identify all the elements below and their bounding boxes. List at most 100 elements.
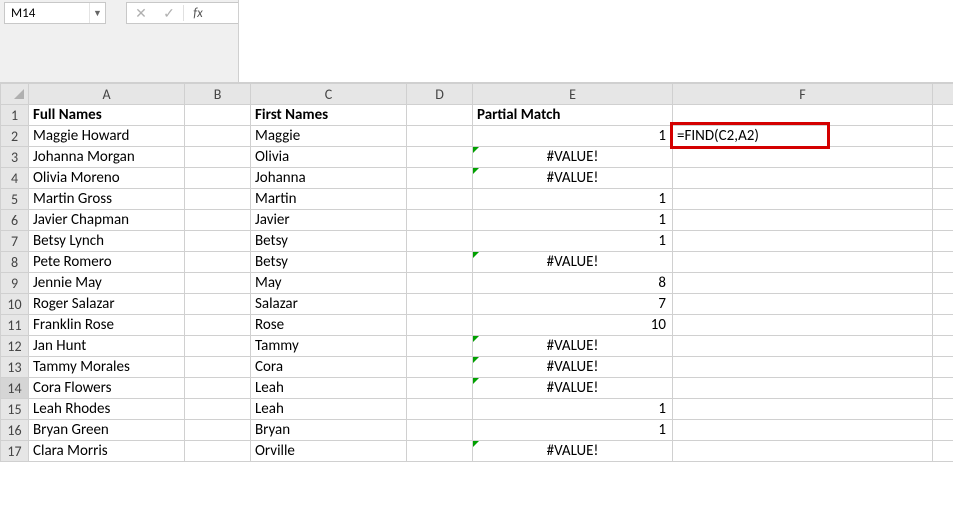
cell-C11[interactable]: Rose (251, 315, 407, 336)
cell-B8[interactable] (185, 252, 251, 273)
cell-A7[interactable]: Betsy Lynch (29, 231, 185, 252)
cell-F11[interactable] (673, 315, 933, 336)
cell-A17[interactable]: Clara Morris (29, 441, 185, 462)
cell-C9[interactable]: May (251, 273, 407, 294)
cell-A14[interactable]: Cora Flowers (29, 378, 185, 399)
cell-E15[interactable]: 1 (473, 399, 673, 420)
col-header-E[interactable]: E (473, 84, 673, 105)
cell-E13[interactable]: #VALUE! (473, 357, 673, 378)
cell-A11[interactable]: Franklin Rose (29, 315, 185, 336)
cell-D11[interactable] (407, 315, 473, 336)
cell-edge[interactable] (933, 231, 953, 252)
cell-F4[interactable] (673, 168, 933, 189)
cell-edge[interactable] (933, 189, 953, 210)
cell-C3[interactable]: Olivia (251, 147, 407, 168)
cell-E16[interactable]: 1 (473, 420, 673, 441)
cell-A8[interactable]: Pete Romero (29, 252, 185, 273)
cell-edge[interactable] (933, 252, 953, 273)
col-header-F[interactable]: F (673, 84, 933, 105)
col-header-D[interactable]: D (407, 84, 473, 105)
enter-formula-button[interactable]: ✓ (155, 3, 183, 23)
cell-E9[interactable]: 8 (473, 273, 673, 294)
cell-F12[interactable] (673, 336, 933, 357)
cell-F3[interactable] (673, 147, 933, 168)
cell-B14[interactable] (185, 378, 251, 399)
cell-D12[interactable] (407, 336, 473, 357)
cell-E8[interactable]: #VALUE! (473, 252, 673, 273)
cell-edge[interactable] (933, 126, 953, 147)
cell-A5[interactable]: Martin Gross (29, 189, 185, 210)
cell-C2[interactable]: Maggie (251, 126, 407, 147)
cell-B16[interactable] (185, 420, 251, 441)
cell-E7[interactable]: 1 (473, 231, 673, 252)
cell-B6[interactable] (185, 210, 251, 231)
cell-edge[interactable] (933, 105, 953, 126)
row-header-15[interactable]: 15 (1, 399, 29, 420)
cell-edge[interactable] (933, 336, 953, 357)
cell-C15[interactable]: Leah (251, 399, 407, 420)
cell-F17[interactable] (673, 441, 933, 462)
cell-B4[interactable] (185, 168, 251, 189)
cell-edge[interactable] (933, 315, 953, 336)
insert-function-button[interactable]: fx (184, 3, 212, 23)
cell-C13[interactable]: Cora (251, 357, 407, 378)
cell-B2[interactable] (185, 126, 251, 147)
cell-A9[interactable]: Jennie May (29, 273, 185, 294)
cell-D3[interactable] (407, 147, 473, 168)
cell-B11[interactable] (185, 315, 251, 336)
row-header-5[interactable]: 5 (1, 189, 29, 210)
col-header-C[interactable]: C (251, 84, 407, 105)
cell-D4[interactable] (407, 168, 473, 189)
cell-D9[interactable] (407, 273, 473, 294)
cell-E5[interactable]: 1 (473, 189, 673, 210)
row-header-6[interactable]: 6 (1, 210, 29, 231)
cell-E10[interactable]: 7 (473, 294, 673, 315)
cell-D17[interactable] (407, 441, 473, 462)
cell-F6[interactable] (673, 210, 933, 231)
cell-B13[interactable] (185, 357, 251, 378)
col-header-A[interactable]: A (29, 84, 185, 105)
cell-D14[interactable] (407, 378, 473, 399)
name-box[interactable] (5, 3, 89, 23)
cell-A3[interactable]: Johanna Morgan (29, 147, 185, 168)
row-header-7[interactable]: 7 (1, 231, 29, 252)
cell-C14[interactable]: Leah (251, 378, 407, 399)
cell-B1[interactable] (185, 105, 251, 126)
cell-edge[interactable] (933, 147, 953, 168)
cell-A1[interactable]: Full Names (29, 105, 185, 126)
cell-D6[interactable] (407, 210, 473, 231)
cell-F14[interactable] (673, 378, 933, 399)
cell-E2[interactable]: 1 (473, 126, 673, 147)
cell-D5[interactable] (407, 189, 473, 210)
cell-A12[interactable]: Jan Hunt (29, 336, 185, 357)
cell-E14[interactable]: #VALUE! (473, 378, 673, 399)
cell-B9[interactable] (185, 273, 251, 294)
row-header-3[interactable]: 3 (1, 147, 29, 168)
cell-B3[interactable] (185, 147, 251, 168)
row-header-2[interactable]: 2 (1, 126, 29, 147)
cell-F16[interactable] (673, 420, 933, 441)
cell-edge[interactable] (933, 273, 953, 294)
cell-C1[interactable]: First Names (251, 105, 407, 126)
col-header-B[interactable]: B (185, 84, 251, 105)
cell-D8[interactable] (407, 252, 473, 273)
cell-edge[interactable] (933, 294, 953, 315)
cell-C5[interactable]: Martin (251, 189, 407, 210)
col-header-edge[interactable] (933, 84, 953, 105)
cell-A4[interactable]: Olivia Moreno (29, 168, 185, 189)
cell-B5[interactable] (185, 189, 251, 210)
cell-C12[interactable]: Tammy (251, 336, 407, 357)
cell-C6[interactable]: Javier (251, 210, 407, 231)
cell-F10[interactable] (673, 294, 933, 315)
cell-D7[interactable] (407, 231, 473, 252)
cell-F8[interactable] (673, 252, 933, 273)
cell-edge[interactable] (933, 441, 953, 462)
cell-D13[interactable] (407, 357, 473, 378)
cell-D2[interactable] (407, 126, 473, 147)
cell-B12[interactable] (185, 336, 251, 357)
cell-A16[interactable]: Bryan Green (29, 420, 185, 441)
cell-F7[interactable] (673, 231, 933, 252)
cell-E6[interactable]: 1 (473, 210, 673, 231)
cell-F5[interactable] (673, 189, 933, 210)
cell-D1[interactable] (407, 105, 473, 126)
